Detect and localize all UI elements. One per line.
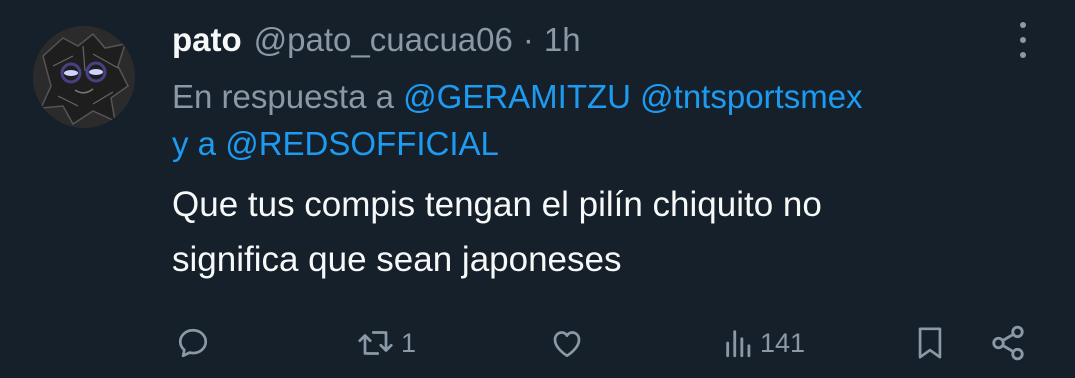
- tweet-text: Que tus compis tengan el pilín chiquito …: [172, 177, 1032, 287]
- retweet-icon: [358, 331, 393, 355]
- more-options-button[interactable]: [1010, 20, 1036, 60]
- views-icon: [726, 330, 751, 358]
- reply-button[interactable]: [175, 318, 211, 368]
- display-name[interactable]: pato: [172, 18, 242, 62]
- user-handle[interactable]: @pato_cuacua06: [254, 18, 513, 62]
- reply-context: En respuesta a @GERAMITZU @tntsportsmex …: [172, 73, 1032, 167]
- mention-link[interactable]: @GERAMITZU: [403, 78, 631, 115]
- reply-connector: y a: [172, 125, 217, 162]
- timestamp[interactable]: 1h: [544, 18, 581, 62]
- views-count: 141: [760, 327, 806, 358]
- avatar-image: [33, 26, 135, 128]
- bookmark-button[interactable]: [913, 318, 947, 368]
- separator-dot: ·: [522, 21, 534, 58]
- tweet-text-line: Que tus compis tengan el pilín chiquito …: [172, 185, 822, 224]
- more-dot: [1020, 22, 1026, 28]
- bookmark-icon: [918, 327, 942, 359]
- tweet-content: pato @pato_cuacua06 · 1h En respuesta a …: [172, 18, 1032, 287]
- retweet-button[interactable]: 1: [357, 318, 416, 368]
- tweet-text-line: significa que sean japoneses: [172, 240, 622, 279]
- tweet[interactable]: pato @pato_cuacua06 · 1h En respuesta a …: [0, 0, 1075, 378]
- more-dot: [1020, 52, 1026, 58]
- views-button[interactable]: 141: [722, 318, 805, 368]
- more-dot: [1020, 37, 1026, 43]
- tweet-header: pato @pato_cuacua06 · 1h: [172, 18, 1032, 62]
- action-bar: 1 141: [0, 318, 1075, 368]
- reply-prefix: En respuesta a: [172, 78, 394, 115]
- mention-link[interactable]: @tntsportsmex: [640, 78, 862, 115]
- heart-icon: [553, 331, 581, 358]
- share-icon: [992, 325, 1024, 361]
- mention-link[interactable]: @REDSOFFICIAL: [225, 125, 499, 162]
- share-button[interactable]: [988, 318, 1028, 368]
- avatar[interactable]: [33, 26, 135, 128]
- reply-icon: [178, 328, 208, 358]
- like-button[interactable]: [548, 318, 586, 368]
- retweet-count: 1: [401, 327, 417, 358]
